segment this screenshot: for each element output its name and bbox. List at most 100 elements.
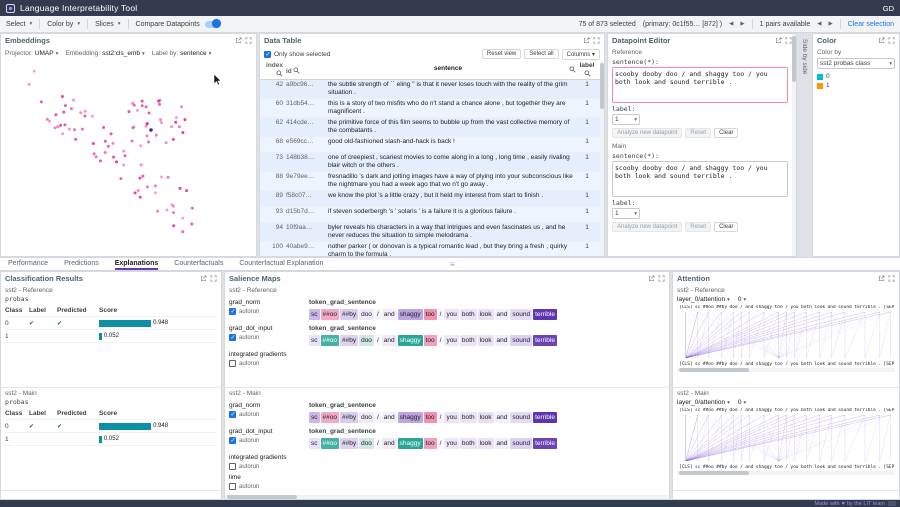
attention-token[interactable]: sound xyxy=(838,465,852,470)
autorun-checkbox[interactable]: autorun xyxy=(229,360,309,367)
label-select[interactable]: 1▾ xyxy=(612,208,640,219)
salience-token[interactable]: too xyxy=(424,309,437,320)
attention-token[interactable]: sc xyxy=(695,362,700,367)
attention-token[interactable]: terrible xyxy=(854,362,876,367)
salience-token[interactable]: look xyxy=(478,438,494,449)
salience-token[interactable]: you xyxy=(444,438,458,449)
autorun-checkbox[interactable]: autorun xyxy=(229,483,309,490)
attention-token[interactable]: [SEP] xyxy=(884,408,896,413)
attention-token[interactable]: too xyxy=(775,465,783,470)
salience-token[interactable]: and xyxy=(495,335,510,346)
label-by-select[interactable]: sentence▾ xyxy=(180,50,211,57)
salience-token[interactable]: and xyxy=(382,335,397,346)
attention-token[interactable]: [SEP] xyxy=(884,465,896,470)
salience-token[interactable]: / xyxy=(438,438,444,449)
attention-token[interactable]: and xyxy=(828,305,836,310)
salience-token[interactable]: terrible xyxy=(533,438,557,449)
attention-token[interactable]: / xyxy=(785,305,788,310)
salience-token[interactable]: shaggy xyxy=(398,438,423,449)
attention-head-select[interactable]: 0▾ xyxy=(738,399,746,406)
salience-token[interactable]: doo xyxy=(359,335,374,346)
salience-token[interactable]: too xyxy=(424,335,437,346)
salience-token[interactable]: sc xyxy=(309,412,320,423)
popout-icon[interactable] xyxy=(878,37,885,44)
table-row[interactable]: 89f58c07…we know the plot 's a little cr… xyxy=(260,191,604,207)
attention-token[interactable]: and xyxy=(745,305,753,310)
tab-counterfactual-explanation[interactable]: Counterfactual Explanation xyxy=(239,258,323,270)
salience-token[interactable]: too xyxy=(424,412,437,423)
tab-explanations[interactable]: Explanations xyxy=(115,258,159,270)
table-row[interactable]: 6031db54…this is a story of two misfits … xyxy=(260,99,604,118)
color-by-menu[interactable]: Color by▾ xyxy=(47,21,80,28)
salience-token[interactable]: shaggy xyxy=(398,412,423,423)
attention-token[interactable]: you xyxy=(790,408,798,413)
autorun-checkbox[interactable]: autorun xyxy=(229,463,309,470)
salience-token[interactable]: ##oo xyxy=(321,309,339,320)
attention-token[interactable]: [SEP] xyxy=(884,362,896,367)
attention-scrollbar[interactable] xyxy=(677,471,895,475)
table-row[interactable]: 42a9bc96…the subtle strength of `` eling… xyxy=(260,80,604,99)
salience-token[interactable]: terrible xyxy=(533,412,557,423)
attention-token[interactable]: . xyxy=(878,305,881,310)
salience-token[interactable]: shaggy xyxy=(398,335,423,346)
salience-token[interactable]: ##oo xyxy=(321,412,339,423)
autorun-checkbox[interactable]: autorun xyxy=(229,411,309,418)
maximize-icon[interactable] xyxy=(658,275,665,282)
sentence-textarea[interactable]: scooby dooby doo / and shaggy too / you … xyxy=(612,161,788,197)
search-icon[interactable] xyxy=(293,67,300,74)
salience-token[interactable]: sc xyxy=(309,309,320,320)
salience-token[interactable]: terrible xyxy=(533,309,557,320)
embeddings-scatter[interactable] xyxy=(1,60,256,256)
next-pair-icon[interactable]: ▶ xyxy=(828,21,832,27)
maximize-icon[interactable] xyxy=(245,37,252,44)
attention-token[interactable]: / xyxy=(740,408,743,413)
autorun-checkbox[interactable]: autorun xyxy=(229,334,309,341)
attention-token[interactable]: sound xyxy=(838,362,852,367)
attention-token[interactable]: doo xyxy=(730,465,738,470)
label-select[interactable]: 1▾ xyxy=(612,114,640,125)
salience-token[interactable]: terrible xyxy=(533,335,557,346)
attention-token[interactable]: shaggy xyxy=(756,465,772,470)
salience-token[interactable]: doo xyxy=(359,309,374,320)
attention-token[interactable]: and xyxy=(745,362,753,367)
editor-scrollbar[interactable] xyxy=(792,34,796,256)
salience-token[interactable]: doo xyxy=(359,438,374,449)
salience-token[interactable]: sound xyxy=(510,335,532,346)
salience-token[interactable]: and xyxy=(382,309,397,320)
prev-datapoint-icon[interactable]: ◀ xyxy=(729,21,733,27)
salience-token[interactable]: sound xyxy=(510,438,532,449)
popout-icon[interactable] xyxy=(775,37,782,44)
table-row[interactable]: 73148b38…one of creepiest , scariest mov… xyxy=(260,153,604,172)
attention-token[interactable]: too xyxy=(775,362,783,367)
columns-button[interactable]: Columns ▾ xyxy=(562,49,600,60)
popout-icon[interactable] xyxy=(878,275,885,282)
reset-button[interactable]: Reset xyxy=(685,222,711,232)
reset-view-button[interactable]: Reset view xyxy=(482,49,521,59)
attention-token[interactable]: terrible xyxy=(854,408,876,413)
attention-head-select[interactable]: 0▾ xyxy=(738,296,746,303)
attention-token[interactable]: . xyxy=(878,362,881,367)
attention-scrollbar[interactable] xyxy=(677,368,895,372)
clear-selection-button[interactable]: Clear selection xyxy=(848,21,894,28)
table-row[interactable]: 10040abe9…nother parker ( or donovan is … xyxy=(260,242,604,256)
table-row[interactable]: 93d15b7d…if steven soderbergh 's ' solar… xyxy=(260,207,604,223)
table-row[interactable]: 9410f9aa…byler reveals his characters in… xyxy=(260,223,604,242)
attention-token[interactable]: / xyxy=(740,305,743,310)
attention-token[interactable]: sc xyxy=(695,465,700,470)
select-menu[interactable]: Select▾ xyxy=(6,21,32,28)
maximize-icon[interactable] xyxy=(785,37,792,44)
clear-button[interactable]: Clear xyxy=(714,128,738,138)
salience-token[interactable]: / xyxy=(375,309,381,320)
salience-token[interactable]: and xyxy=(495,438,510,449)
tab-counterfactuals[interactable]: Counterfactuals xyxy=(174,258,223,270)
reset-button[interactable]: Reset xyxy=(685,128,711,138)
attention-token[interactable]: look xyxy=(814,408,825,413)
attention-token[interactable]: and xyxy=(745,408,753,413)
attention-token[interactable]: [CLS] xyxy=(679,408,693,413)
maximize-icon[interactable] xyxy=(888,275,895,282)
next-datapoint-icon[interactable]: ▶ xyxy=(740,21,744,27)
slices-menu[interactable]: Slices▾ xyxy=(95,21,120,28)
attention-token[interactable]: sound xyxy=(838,305,852,310)
attention-token[interactable]: [CLS] xyxy=(679,362,693,367)
attention-token[interactable]: doo xyxy=(730,305,738,310)
